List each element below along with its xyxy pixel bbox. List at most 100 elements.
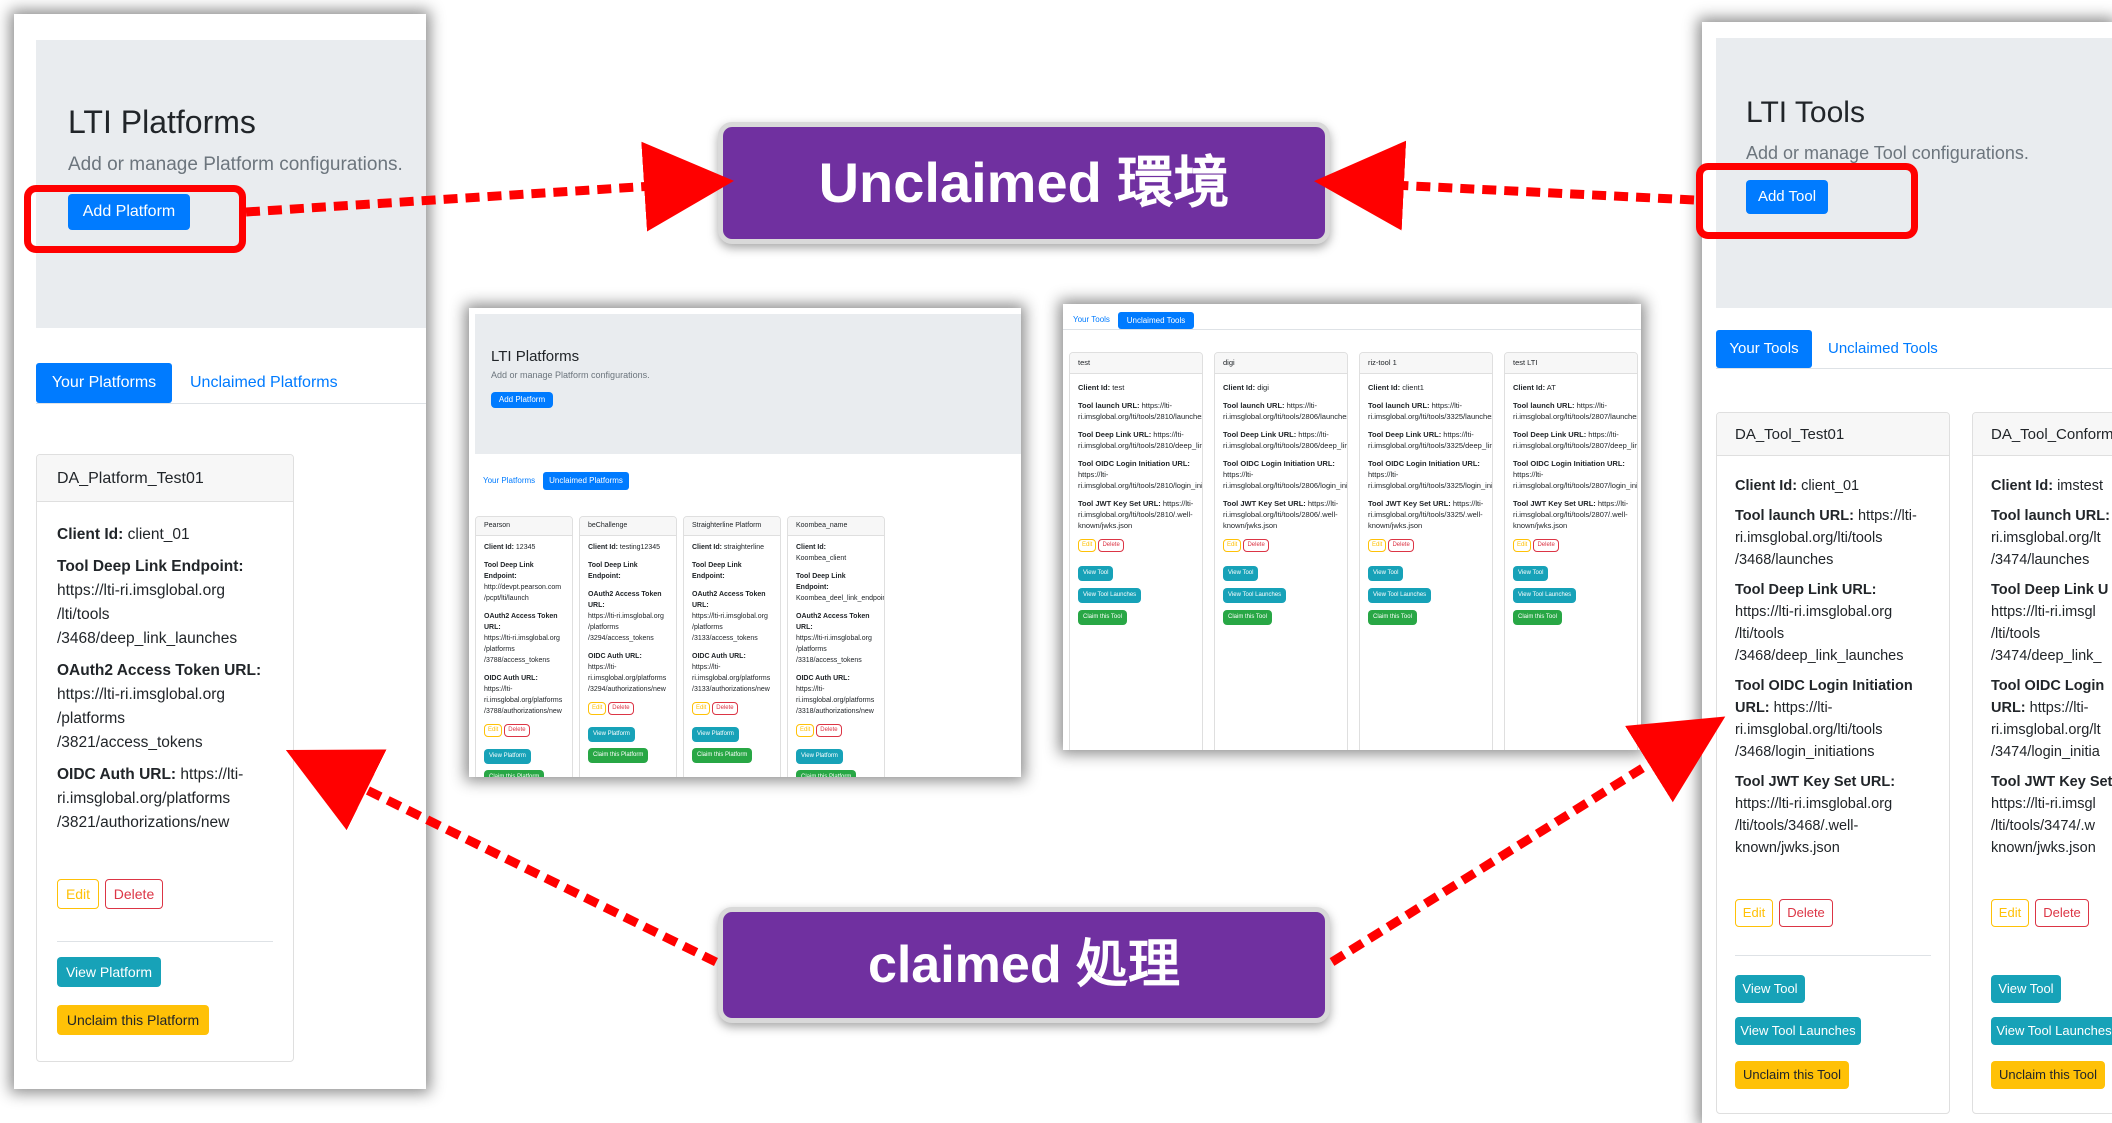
mid-tool-delete-button[interactable]: Delete (1243, 539, 1269, 552)
mid-tool-jwks-label: Tool JWT Key Set URL: (1513, 499, 1596, 508)
arrow-add-tool-to-unclaimed (1314, 140, 1695, 231)
mid-claim-tool-button[interactable]: Claim this Tool (1513, 610, 1562, 625)
mid-tool-deep-label: Tool Deep Link URL: (1368, 430, 1442, 439)
mid-oidc-label: OIDC Auth URL: (692, 653, 746, 660)
mid-view-tool-button[interactable]: View Tool (1513, 566, 1549, 581)
mid-oidc-value: https://lti- (588, 664, 617, 671)
mid-oauth-value: /platforms (692, 624, 723, 631)
mid-tool-card: digi Client Id: digi Tool launch URL: http… (1214, 352, 1348, 750)
mid-delete-button[interactable]: Delete (504, 724, 530, 737)
mid-view-platform-button[interactable]: View Platform (796, 749, 843, 764)
mid-claim-tool-button[interactable]: Claim this Tool (1078, 610, 1127, 625)
mid-view-tool-launches-button[interactable]: View Tool Launches (1223, 588, 1287, 603)
tool-deep-value-1: https://lti-ri.imsglobal.org (1735, 604, 1893, 620)
mid-tool-edit-button[interactable]: Edit (1513, 539, 1532, 552)
unclaim-tool-button[interactable]: Unclaim this Tool (1991, 1061, 2105, 1089)
mid-client-value: Koombea_client (796, 555, 847, 562)
mid-tool-client-value: test (1112, 383, 1125, 392)
mid-tab-your-tools[interactable]: Your Tools (1073, 315, 1110, 324)
mid-view-tool-launches-button[interactable]: View Tool Launches (1513, 588, 1577, 603)
mid-tool-delete-button[interactable]: Delete (1098, 539, 1124, 552)
mid-oidc-value: ri.imsglobal.org/platforms (484, 697, 563, 704)
mid-tool-jwks-label: Tool JWT Key Set URL: (1368, 499, 1451, 508)
tab-unclaimed-platforms[interactable]: Unclaimed Platforms (190, 374, 338, 392)
tool-delete-button[interactable]: Delete (1779, 899, 1833, 927)
mid-tab-unclaimed-platforms[interactable]: Unclaimed Platforms (543, 472, 629, 490)
mid-claim-platform-button[interactable]: Claim this Platform (692, 748, 753, 763)
platforms-title: LTI Platforms (68, 104, 256, 140)
mid-tab-unclaimed-tools[interactable]: Unclaimed Tools (1118, 312, 1194, 329)
mid-edit-button[interactable]: Edit (588, 702, 607, 715)
mid-tool-edit-button[interactable]: Edit (1368, 539, 1387, 552)
mid-tool-card: test LTI Client Id: AT Tool launch URL: ht… (1504, 352, 1638, 750)
tab-unclaimed-tools[interactable]: Unclaimed Tools (1828, 340, 1938, 357)
mid-oauth-label: OAuth2 Access Token URL: (692, 591, 766, 609)
mid-tool-oidc-value: https://lti-ri.imsglobal.org/lti/tools/2… (1223, 470, 1348, 490)
mid-claim-platform-button[interactable]: Claim this Platform (484, 770, 545, 777)
mid-edit-button[interactable]: Edit (796, 724, 815, 737)
view-tool-button[interactable]: View Tool (1735, 975, 1805, 1003)
edit-button[interactable]: Edit (57, 879, 99, 909)
deep-link-value-2: /lti/tools (57, 606, 110, 623)
mid-view-tool-launches-button[interactable]: View Tool Launches (1078, 588, 1142, 603)
card-divider (57, 941, 273, 942)
mid-tool-delete-button[interactable]: Delete (1388, 539, 1414, 552)
mid-tool-launch-label: Tool launch URL: (1368, 401, 1430, 410)
mid-tool-deep-label: Tool Deep Link URL: (1513, 430, 1587, 439)
mid-delete-button[interactable]: Delete (608, 702, 634, 715)
tool-launch-value-2: /3468/launches (1735, 552, 1834, 568)
mid-view-platform-button[interactable]: View Platform (484, 749, 531, 764)
oauth-value-2: /platforms (57, 710, 126, 727)
mid-client-label: Client Id: (692, 544, 722, 551)
mid-add-platform-button[interactable]: Add Platform (491, 392, 553, 408)
view-tool-launches-button[interactable]: View Tool Launches (1991, 1017, 2112, 1045)
mid-tab-your-platforms[interactable]: Your Platforms (483, 476, 535, 485)
mid-view-tool-button[interactable]: View Tool (1078, 566, 1114, 581)
platform-card: DA_Platform_Test01 Client Id: client_01 … (36, 454, 294, 1062)
unclaim-tool-button[interactable]: Unclaim this Tool (1735, 1061, 1849, 1089)
mid-tool-launch-label: Tool launch URL: (1513, 401, 1575, 410)
mid-delete-button[interactable]: Delete (712, 702, 738, 715)
view-tool-button[interactable]: View Tool (1991, 975, 2061, 1003)
tool-oidc-label: Tool OIDC Login (1991, 678, 2105, 694)
platform-card-name: DA_Platform_Test01 (57, 470, 204, 487)
mid-view-platform-button[interactable]: View Platform (692, 727, 739, 742)
mid-delete-button[interactable]: Delete (816, 724, 842, 737)
tool-oidc-value-2: /3468/login_initiations (1735, 744, 1875, 760)
tool-edit-button[interactable]: Edit (1735, 899, 1773, 927)
delete-button[interactable]: Delete (105, 879, 163, 909)
tool-deep-value-2: /lti/tools (1735, 626, 1785, 642)
tab-your-tools[interactable]: Your Tools (1716, 330, 1812, 368)
mid-edit-button[interactable]: Edit (484, 724, 503, 737)
mid-claim-tool-button[interactable]: Claim this Tool (1368, 610, 1417, 625)
tool-oidc-label-2: URL: (1735, 700, 1770, 716)
tool-client-id-value: client_01 (1801, 478, 1860, 494)
mid-claim-platform-button[interactable]: Claim this Platform (796, 770, 857, 777)
mid-tool-delete-button[interactable]: Delete (1533, 539, 1559, 552)
mid-view-tool-launches-button[interactable]: View Tool Launches (1368, 588, 1432, 603)
mid-view-platform-button[interactable]: View Platform (588, 727, 635, 742)
mid-oauth-label: OAuth2 Access Token URL: (796, 613, 870, 631)
mid-claim-tool-button[interactable]: Claim this Tool (1223, 610, 1272, 625)
tool-delete-button[interactable]: Delete (2035, 899, 2089, 927)
unclaim-platform-button[interactable]: Unclaim this Platform (57, 1005, 209, 1035)
claimed-banner: claimed 処理 (718, 907, 1330, 1023)
mid-tool-edit-button[interactable]: Edit (1223, 539, 1242, 552)
mid-client-value: testing12345 (619, 544, 660, 551)
mid-claim-platform-button[interactable]: Claim this Platform (588, 748, 649, 763)
mid-client-value: straighterline (723, 544, 764, 551)
add-tool-highlight (1696, 163, 1918, 239)
tool-oidc-value-1: ri.imsglobal.org/lti/tools (1735, 722, 1883, 738)
mid-edit-button[interactable]: Edit (692, 702, 711, 715)
mid-oidc-label: OIDC Auth URL: (588, 653, 642, 660)
mid-platform-card: Straighterline Platform Client Id: straig… (683, 516, 781, 777)
mid-view-tool-button[interactable]: View Tool (1223, 566, 1259, 581)
mid-view-tool-button[interactable]: View Tool (1368, 566, 1404, 581)
view-tool-launches-button[interactable]: View Tool Launches (1735, 1017, 1861, 1045)
tab-your-platforms[interactable]: Your Platforms (36, 363, 172, 403)
view-platform-button[interactable]: View Platform (57, 957, 161, 987)
tool-edit-button[interactable]: Edit (1991, 899, 2029, 927)
tool-oidc-value-2: /3474/login_initia (1991, 744, 2100, 760)
mid-tool-client-value: digi (1257, 383, 1269, 392)
mid-tool-edit-button[interactable]: Edit (1078, 539, 1097, 552)
